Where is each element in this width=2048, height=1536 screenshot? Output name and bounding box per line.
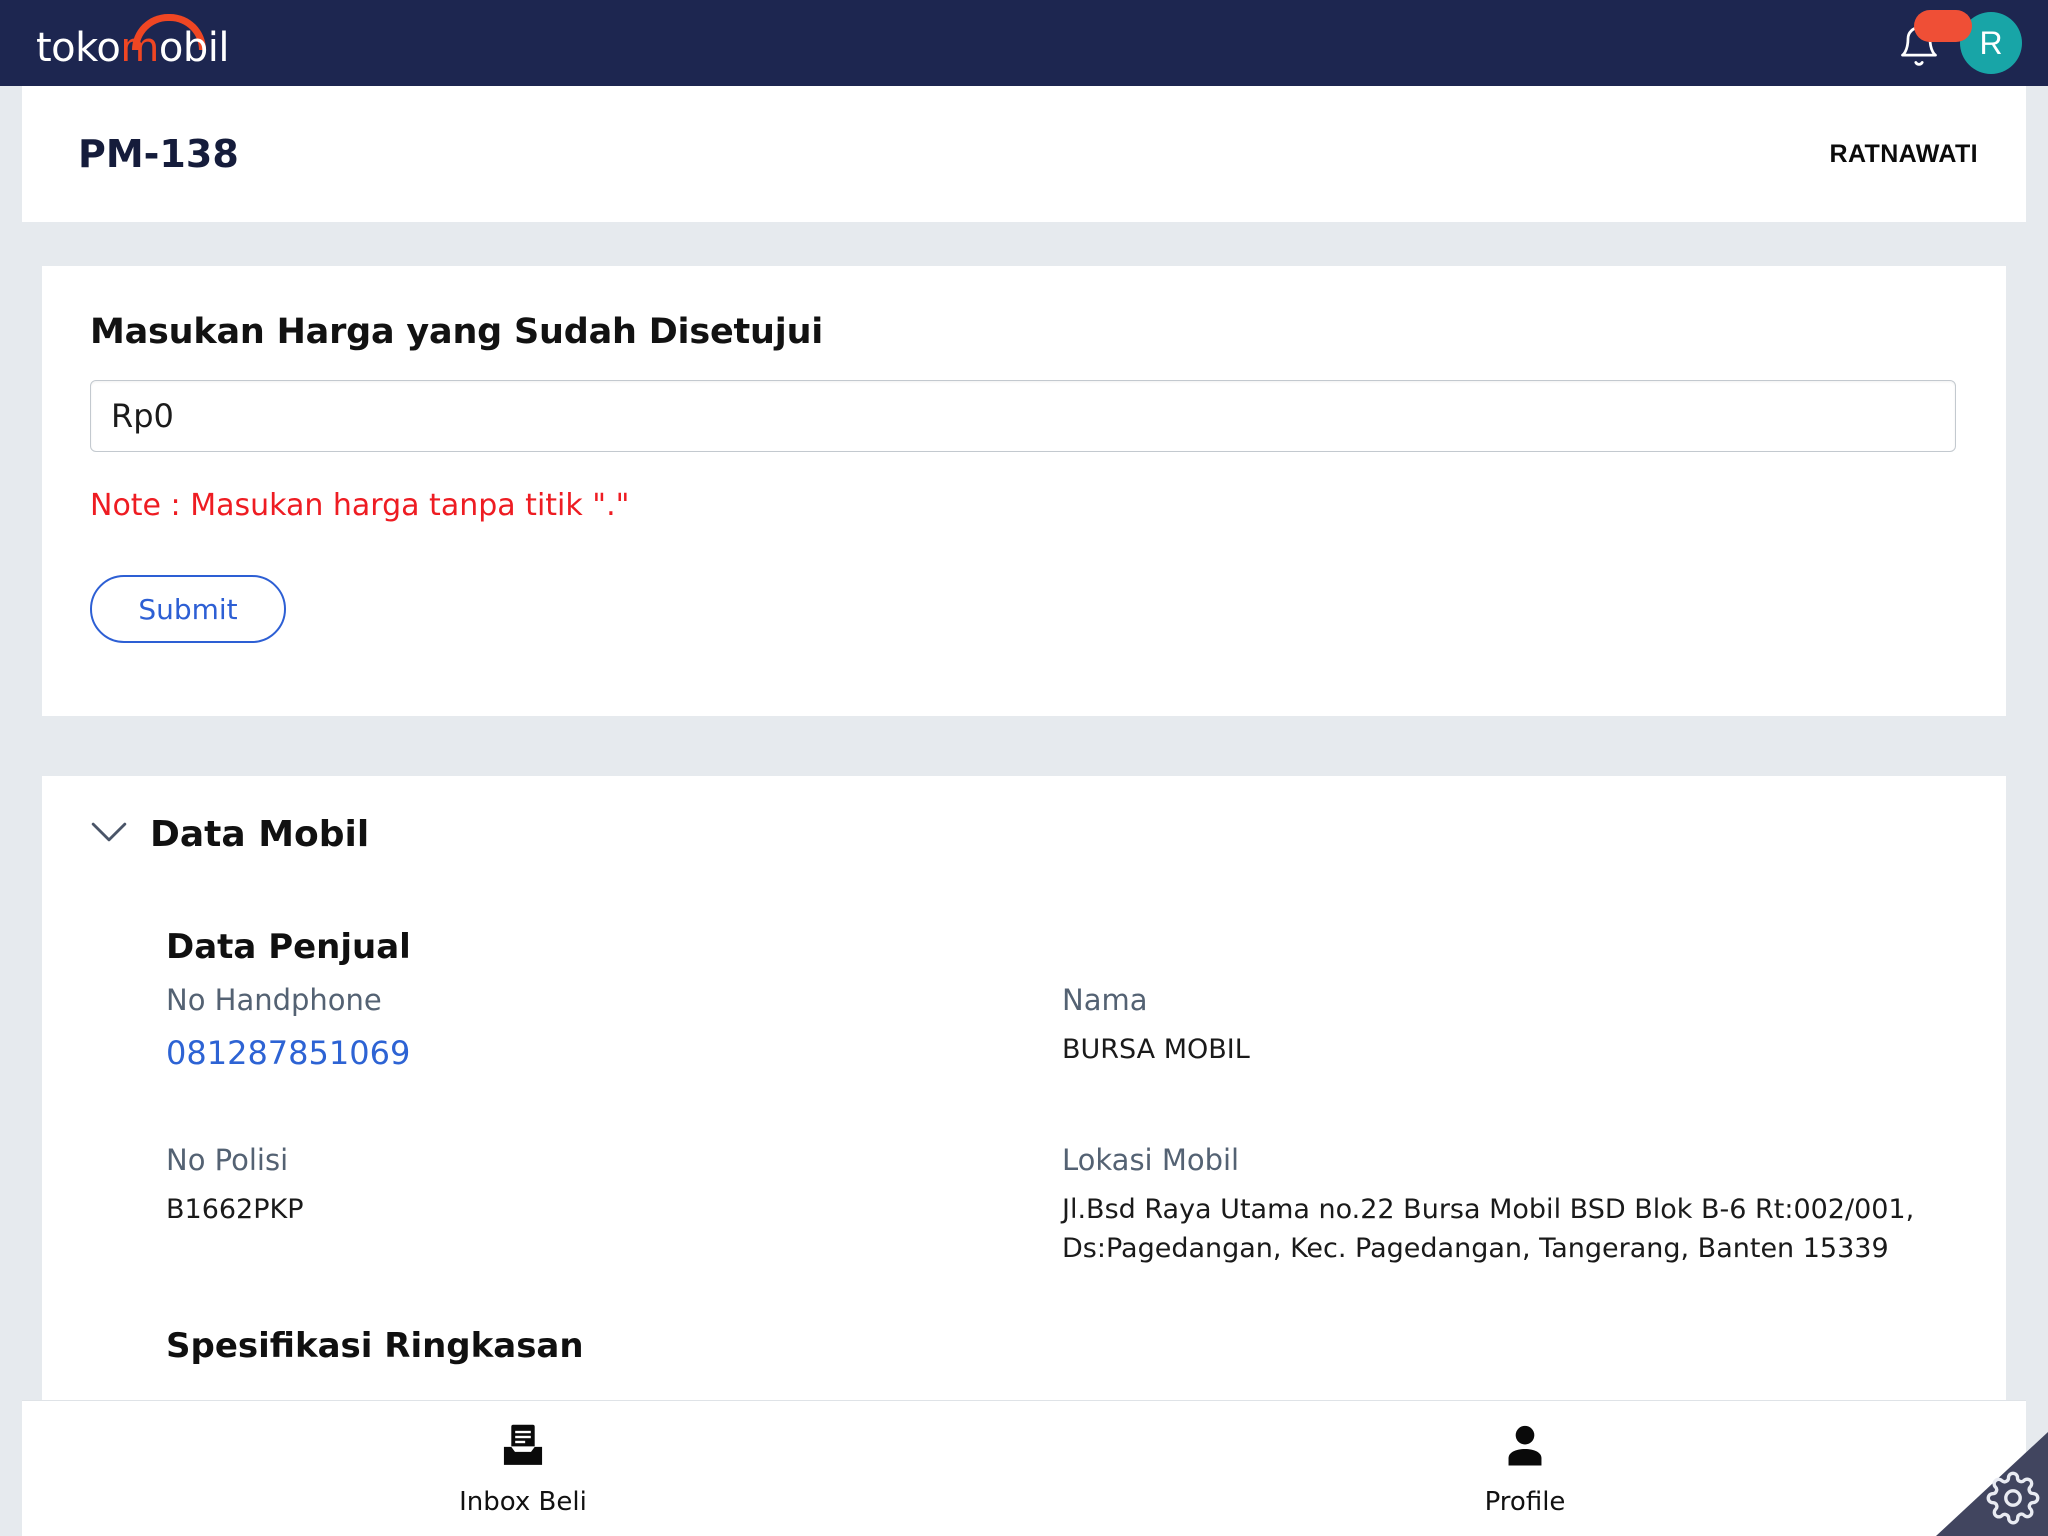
avatar-initial: R bbox=[1979, 24, 2003, 61]
submit-button[interactable]: Submit bbox=[90, 575, 286, 643]
data-mobil-title: Data Mobil bbox=[150, 814, 370, 855]
nav-item-profile[interactable]: Profile bbox=[1024, 1420, 2026, 1517]
penjual-row-1: No Handphone 081287851069 Nama BURSA MOB… bbox=[166, 981, 1958, 1127]
price-form-title: Masukan Harga yang Sudah Disetujui bbox=[90, 312, 824, 352]
inbox-icon bbox=[497, 1420, 549, 1477]
navbar-right-group: R bbox=[1892, 10, 2022, 74]
person-icon bbox=[1499, 1420, 1551, 1477]
nav-label: Inbox Beli bbox=[459, 1487, 587, 1517]
price-form-card: Masukan Harga yang Sudah Disetujui Note … bbox=[42, 266, 2006, 716]
field-value-phone-link[interactable]: 081287851069 bbox=[166, 1030, 1062, 1076]
bottom-navigation: Inbox Beli Profile bbox=[22, 1400, 2026, 1536]
field-label: No Handphone bbox=[166, 983, 382, 1017]
field-no-polisi: No Polisi B1662PKP bbox=[166, 1141, 1062, 1229]
price-note: Note : Masukan harga tanpa titik "." bbox=[90, 488, 630, 523]
chevron-down-icon[interactable] bbox=[90, 819, 128, 850]
header-user-name: RATNAWATI bbox=[1829, 139, 1978, 168]
notification-bell-button[interactable] bbox=[1892, 10, 1972, 72]
data-penjual-title: Data Penjual bbox=[166, 927, 411, 967]
data-mobil-card: Data Mobil Data Penjual No Handphone 081… bbox=[42, 776, 2006, 1416]
field-label: Nama bbox=[1062, 983, 1148, 1017]
penjual-col-right-2: Lokasi Mobil Jl.Bsd Raya Utama no.22 Bur… bbox=[1062, 1141, 1958, 1318]
corner-settings-widget[interactable] bbox=[1936, 1432, 2048, 1536]
app-logo[interactable]: tokomobil bbox=[36, 14, 229, 68]
logo-text-after: obil bbox=[158, 25, 230, 71]
penjual-col-left-2: No Polisi B1662PKP bbox=[166, 1141, 1062, 1318]
data-mobil-section-header[interactable]: Data Mobil bbox=[90, 814, 1958, 855]
penjual-col-left-1: No Handphone 081287851069 bbox=[166, 981, 1062, 1127]
logo-text-before: toko bbox=[36, 25, 121, 71]
field-nama: Nama BURSA MOBIL bbox=[1062, 981, 1958, 1069]
price-input[interactable] bbox=[90, 380, 1956, 452]
field-value: Jl.Bsd Raya Utama no.22 Bursa Mobil BSD … bbox=[1062, 1193, 1915, 1264]
nav-label: Profile bbox=[1484, 1487, 1566, 1517]
data-penjual-block: Data Penjual No Handphone 081287851069 N… bbox=[90, 927, 1958, 1318]
notification-badge bbox=[1914, 10, 1972, 42]
gear-icon[interactable] bbox=[1986, 1471, 2040, 1530]
field-lokasi-mobil: Lokasi Mobil Jl.Bsd Raya Utama no.22 Bur… bbox=[1062, 1141, 1958, 1268]
field-label: No Polisi bbox=[166, 1142, 289, 1177]
nav-item-inbox-beli[interactable]: Inbox Beli bbox=[22, 1420, 1024, 1517]
logo-text-m: m bbox=[120, 25, 159, 71]
field-value: BURSA MOBIL bbox=[1062, 1034, 1250, 1066]
app-root: tokomobil R PM-138 RATNAWATI Masukan Har… bbox=[0, 0, 2048, 1536]
logo-text: tokomobil bbox=[36, 28, 229, 68]
spesifikasi-ringkasan-title: Spesifikasi Ringkasan bbox=[166, 1325, 584, 1366]
page-header-bar: PM-138 RATNAWATI bbox=[22, 86, 2026, 222]
penjual-col-right-1: Nama BURSA MOBIL bbox=[1062, 981, 1958, 1127]
field-value: B1662PKP bbox=[166, 1193, 304, 1225]
top-navbar: tokomobil R bbox=[0, 0, 2048, 86]
field-no-handphone: No Handphone 081287851069 bbox=[166, 981, 1062, 1077]
page-title: PM-138 bbox=[78, 132, 239, 176]
penjual-row-2: No Polisi B1662PKP Lokasi Mobil Jl.Bsd R… bbox=[166, 1141, 1958, 1318]
field-label: Lokasi Mobil bbox=[1062, 1142, 1240, 1177]
